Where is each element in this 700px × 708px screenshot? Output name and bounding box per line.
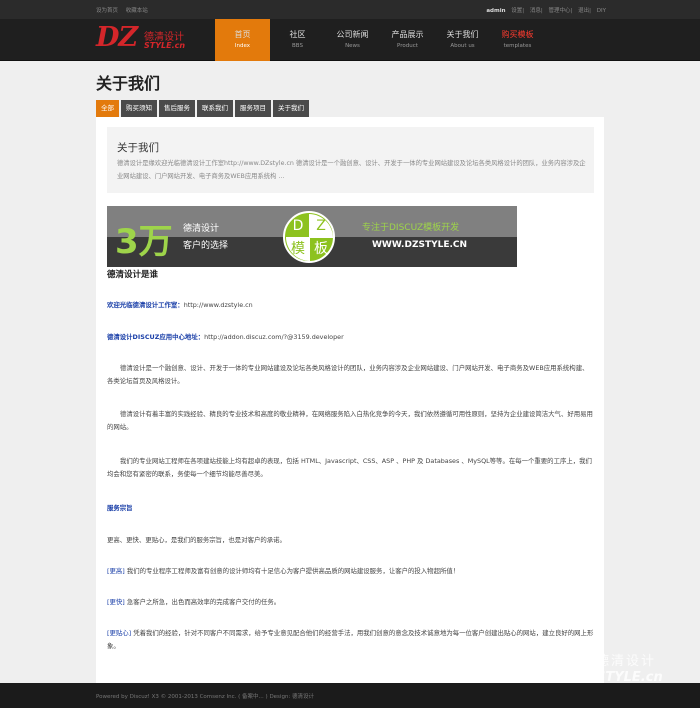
watermark-logo: DZ 德清设计 STYLE.cn bbox=[512, 640, 692, 695]
watermark-cn: 德清设计 bbox=[596, 654, 657, 669]
watermark-en: STYLE.cn bbox=[596, 670, 663, 685]
badge-d: D bbox=[292, 218, 304, 234]
nav-item-title: 社区 bbox=[289, 30, 306, 39]
welcome-label: 欢迎光临德清设计工作室： bbox=[107, 301, 184, 309]
nav-item-title: 购买模板 bbox=[501, 30, 534, 39]
intro-box: 关于我们 德清设计是缘欢迎光临德清设计工作室http://www.DZstyle… bbox=[107, 127, 594, 193]
logo-en: STYLE.cn bbox=[144, 41, 186, 50]
tab-purchase-notice[interactable]: 购买须知 bbox=[121, 100, 157, 117]
service-heading: 服务宗旨 bbox=[107, 504, 133, 512]
footer-text: Powered by Discuz! X3 © 2001-2013 Comsen… bbox=[96, 694, 315, 700]
category-tabs: 全部 购买须知 售后服务 联系我们 服务项目 关于我们 bbox=[96, 100, 311, 117]
faster-text: 急客户之所急，出色而高效率的完成客户交付的任务。 bbox=[126, 598, 281, 606]
dz-template-badge: D Z 模 板 bbox=[283, 211, 335, 263]
admin-center-link[interactable]: 管理中心 bbox=[549, 8, 571, 14]
site-header: DZ 德清设计 STYLE.cn 首页 Index 社区 BBS 公司新闻 Ne… bbox=[0, 19, 700, 61]
nav-item-title: 产品展示 bbox=[391, 30, 424, 39]
promo-banner: 3万 德清设计 客户的选择 D Z 模 板 专注于DISCUZ模板开发 WWW.… bbox=[107, 206, 517, 267]
app-center-line: 德清设计DISCUZ应用中心地址：http://addon.discuz.com… bbox=[107, 331, 594, 344]
nav-item-subtitle: templates bbox=[503, 43, 532, 49]
app-center-label: 德清设计DISCUZ应用中心地址： bbox=[107, 333, 205, 341]
higher-tag: [更高] bbox=[107, 567, 125, 575]
paragraph-1: 德清设计是一个融创意、设计、开发于一体的专业网站建设及论坛各类风格设计的团队，业… bbox=[107, 364, 589, 385]
set-homepage-link[interactable]: 设为首页 bbox=[96, 8, 118, 14]
nav-item-title: 公司新闻 bbox=[336, 30, 369, 39]
tab-after-sales[interactable]: 售后服务 bbox=[159, 100, 195, 117]
diy-link[interactable]: DIY bbox=[597, 8, 606, 14]
higher-line: [更高] 我们的专业程序工程师及富有创意的设计师均有十足信心为客户提供高品质的网… bbox=[107, 565, 594, 578]
top-bar-right: admin 设置| 消息| 管理中心| 退出| DIY bbox=[486, 8, 606, 14]
nav-item-subtitle: About us bbox=[450, 43, 475, 49]
higher-text: 我们的专业程序工程师及富有创意的设计师均有十足信心为客户提供高品质的网站建设服务… bbox=[126, 567, 460, 575]
tab-contact[interactable]: 联系我们 bbox=[197, 100, 233, 117]
closer-tag: [更贴心] bbox=[107, 629, 132, 637]
badge-z: Z bbox=[309, 214, 333, 238]
username-link[interactable]: admin bbox=[486, 8, 505, 14]
nav-item-title: 首页 bbox=[234, 30, 251, 39]
welcome-line: 欢迎光临德清设计工作室：http://www.dzstyle.cn bbox=[107, 299, 594, 312]
faster-tag: [更快] bbox=[107, 598, 125, 606]
banner-line1: 德清设计 bbox=[183, 224, 220, 234]
logout-link[interactable]: 退出 bbox=[578, 8, 589, 14]
nav-item-product[interactable]: 产品展示 Product bbox=[380, 19, 435, 61]
paragraph-2: 德清设计有着丰富的实践经验、精良的专业技术和高度的敬业精神，在网络服务陷入白热化… bbox=[107, 410, 593, 431]
paragraph-4: 更高、更快、更贴心，是我们的服务宗旨，也是对客户的承诺。 bbox=[107, 536, 286, 544]
top-bar: 设为首页 收藏本站 admin 设置| 消息| 管理中心| 退出| DIY bbox=[0, 0, 700, 19]
paragraph-3: 我们的专业网站工程师在各项建站技能上均有超卓的表现，包括 HTML、Javasc… bbox=[107, 457, 592, 478]
banner-slogan: 专注于DISCUZ模板开发 bbox=[362, 223, 460, 233]
nav-item-subtitle: BBS bbox=[292, 43, 303, 49]
top-bar-left: 设为首页 收藏本站 bbox=[96, 6, 154, 14]
banner-number: 3万 bbox=[115, 222, 173, 262]
watermark-dz: DZ bbox=[512, 640, 577, 689]
tab-services[interactable]: 服务项目 bbox=[235, 100, 271, 117]
nav-item-index[interactable]: 首页 Index bbox=[215, 19, 270, 61]
intro-text: 德清设计是缘欢迎光临德清设计工作室http://www.DZstyle.cn 德… bbox=[117, 160, 586, 180]
welcome-url[interactable]: http://www.dzstyle.cn bbox=[184, 301, 253, 309]
bookmark-link[interactable]: 收藏本站 bbox=[126, 8, 148, 14]
messages-link[interactable]: 消息 bbox=[530, 8, 541, 14]
logo-dz: DZ bbox=[96, 22, 138, 53]
main-nav: 首页 Index 社区 BBS 公司新闻 News 产品展示 Product 关… bbox=[215, 19, 545, 61]
nav-item-subtitle: Index bbox=[234, 43, 251, 49]
banner-url: WWW.DZSTYLE.CN bbox=[372, 240, 468, 250]
content-panel: 关于我们 德清设计是缘欢迎光临德清设计工作室http://www.DZstyle… bbox=[96, 117, 604, 683]
article-heading: 德清设计是谁 bbox=[107, 270, 159, 280]
nav-item-bbs[interactable]: 社区 BBS bbox=[270, 19, 325, 61]
faster-line: [更快] 急客户之所急，出色而高效率的完成客户交付的任务。 bbox=[107, 596, 594, 609]
tab-about[interactable]: 关于我们 bbox=[273, 100, 309, 117]
tab-all[interactable]: 全部 bbox=[96, 100, 119, 117]
nav-item-about[interactable]: 关于我们 About us bbox=[435, 19, 490, 61]
intro-title: 关于我们 bbox=[117, 142, 159, 154]
nav-item-subtitle: Product bbox=[397, 43, 418, 49]
nav-item-news[interactable]: 公司新闻 News bbox=[325, 19, 380, 61]
page-title: 关于我们 bbox=[96, 74, 161, 93]
banner-line2: 客户的选择 bbox=[183, 241, 229, 251]
nav-item-templates[interactable]: 购买模板 templates bbox=[490, 19, 545, 61]
badge-ban: 板 bbox=[314, 241, 328, 257]
nav-item-title: 关于我们 bbox=[446, 30, 479, 39]
nav-item-subtitle: News bbox=[345, 43, 360, 49]
app-center-url[interactable]: http://addon.discuz.com/?@3159.developer bbox=[204, 333, 344, 341]
settings-link[interactable]: 设置 bbox=[511, 8, 522, 14]
